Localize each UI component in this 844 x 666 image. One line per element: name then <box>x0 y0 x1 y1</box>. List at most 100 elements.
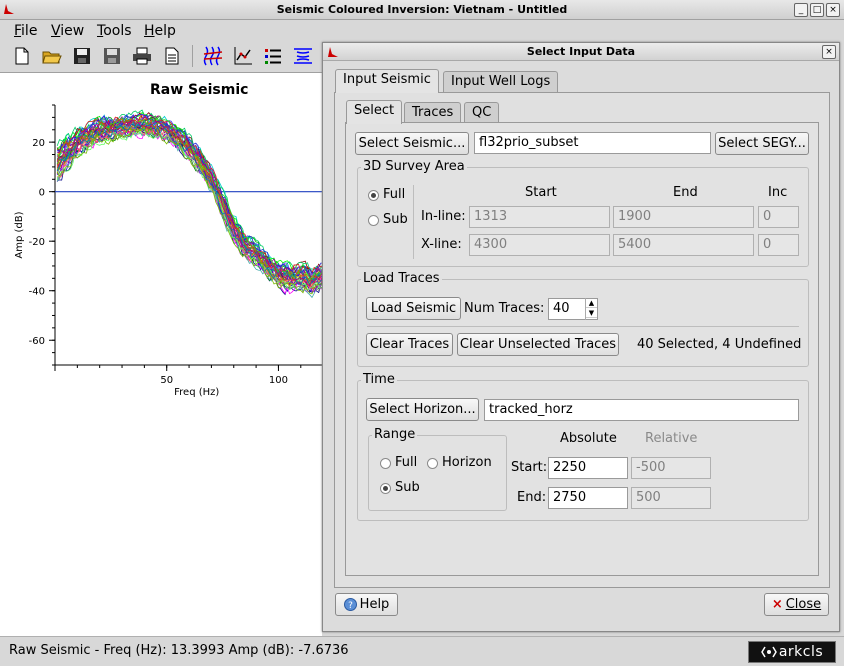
survey-sub-radio[interactable] <box>368 215 379 226</box>
y-tick-label: -40 <box>29 287 45 298</box>
print-icon <box>133 47 151 65</box>
menu-view-label: iew <box>60 23 85 39</box>
window-title: Seismic Coloured Inversion: Vietnam - Un… <box>276 3 568 16</box>
survey-sub-label: Sub <box>383 212 408 227</box>
wavelet-icon <box>294 48 312 64</box>
absolute-label: Absolute <box>560 431 617 446</box>
num-traces-value: 40 <box>553 301 570 316</box>
save-icon <box>74 48 90 64</box>
x-tick-label: 50 <box>160 375 173 386</box>
open-button[interactable] <box>40 44 64 68</box>
survey-full-label: Full <box>383 187 406 202</box>
menu-file-mnemonic: F <box>14 23 22 39</box>
toolbar-separator <box>192 45 193 67</box>
traces-summary: 40 Selected, 4 Undefined <box>637 337 802 352</box>
survey-full-radio[interactable] <box>368 190 379 201</box>
raw-seismic-chart[interactable]: 20 0 -20 -40 -60 50 100 Freq (Hz) Amp (dB) <box>0 73 322 637</box>
list-button[interactable] <box>261 44 285 68</box>
load-seismic-button[interactable]: Load Seismic <box>366 297 461 320</box>
seismic-traces-button[interactable] <box>201 44 225 68</box>
tab-input-seismic[interactable]: Input Seismic <box>335 69 439 93</box>
print-button[interactable] <box>130 44 154 68</box>
close-button[interactable]: × Close <box>764 593 829 616</box>
range-title: Range <box>372 427 418 442</box>
save-as-icon <box>104 48 120 64</box>
end-relative-field[interactable]: 500 <box>631 487 711 509</box>
col-end-label: End <box>673 185 698 200</box>
tab-qc[interactable]: QC <box>464 102 500 124</box>
num-traces-spinner[interactable]: ▲ ▼ <box>585 298 597 320</box>
select-horizon-button[interactable]: Select Horizon... <box>366 398 479 421</box>
menu-view[interactable]: View <box>51 23 84 39</box>
end-absolute-field[interactable]: 2750 <box>548 487 628 509</box>
y-tick-label: 20 <box>32 138 45 149</box>
save-button[interactable] <box>70 44 94 68</box>
survey-area-title: 3D Survey Area <box>361 159 467 174</box>
inline-label: In-line: <box>421 209 466 224</box>
minimize-button[interactable]: _ <box>794 3 808 17</box>
horizon-name-field[interactable]: tracked_horz <box>484 399 799 421</box>
spin-down-icon[interactable]: ▼ <box>586 308 597 318</box>
help-button[interactable]: ? Help <box>335 593 398 616</box>
status-bar: Raw Seismic - Freq (Hz): 13.3993 Amp (dB… <box>0 636 844 666</box>
start-absolute-field[interactable]: 2250 <box>548 457 628 479</box>
maximize-button[interactable]: □ <box>810 3 824 17</box>
menu-tools[interactable]: Tools <box>97 23 132 39</box>
help-icon: ? <box>343 598 357 611</box>
range-sub-radio[interactable] <box>380 483 391 494</box>
y-tick-label: -60 <box>29 336 45 347</box>
dialog-title: Select Input Data <box>526 45 636 58</box>
start-relative-field[interactable]: -500 <box>631 457 711 479</box>
clear-traces-button[interactable]: Clear Traces <box>366 333 453 356</box>
tab-select[interactable]: Select <box>346 100 403 124</box>
new-file-icon <box>15 47 29 65</box>
trace-line <box>56 116 322 277</box>
close-window-button[interactable]: × <box>826 3 840 17</box>
start-label: Start: <box>511 460 548 475</box>
plot-area[interactable]: Raw Seismic 20 0 -20 -40 -60 50 100 Freq (Hz) Am… <box>0 72 322 636</box>
main-title-bar: Seismic Coloured Inversion: Vietnam - Un… <box>0 0 844 20</box>
arkcls-logo-icon <box>760 646 777 658</box>
document-button[interactable] <box>160 44 184 68</box>
arkcls-logo-text: arkcls <box>778 644 824 660</box>
select-segy-button[interactable]: Select SEGY... <box>715 132 809 155</box>
xline-start-field[interactable]: 4300 <box>469 234 610 256</box>
xline-label: X-line: <box>421 237 462 252</box>
dialog-close-icon[interactable]: × <box>822 45 836 59</box>
help-label: Help <box>359 597 390 612</box>
relative-label: Relative <box>645 431 698 446</box>
new-file-button[interactable] <box>10 44 34 68</box>
chart-button[interactable] <box>231 44 255 68</box>
select-seismic-button[interactable]: Select Seismic... <box>355 132 469 155</box>
y-tick-label: -20 <box>29 237 45 248</box>
inline-start-field[interactable]: 1313 <box>469 206 610 228</box>
select-input-data-dialog: Select Input Data × Input Seismic Input … <box>322 42 840 632</box>
seismic-name-field[interactable]: fl32prio_subset <box>474 132 711 154</box>
menu-file[interactable]: File <box>14 23 37 39</box>
time-title: Time <box>361 372 397 387</box>
clear-unselected-traces-button[interactable]: Clear Unselected Traces <box>457 333 619 356</box>
close-x-icon: × <box>771 597 783 612</box>
wavelet-button[interactable] <box>291 44 315 68</box>
y-axis-label: Amp (dB) <box>14 211 25 258</box>
save-as-button[interactable] <box>100 44 124 68</box>
tab-input-well-logs[interactable]: Input Well Logs <box>443 71 559 93</box>
xline-inc-field[interactable]: 0 <box>758 234 799 256</box>
range-horizon-label: Horizon <box>442 455 492 470</box>
inline-end-field[interactable]: 1900 <box>613 206 754 228</box>
survey-divider <box>413 185 414 259</box>
spin-up-icon[interactable]: ▲ <box>586 298 597 308</box>
range-sub-label: Sub <box>395 480 420 495</box>
col-start-label: Start <box>525 185 557 200</box>
menu-help-mnemonic: H <box>144 23 155 39</box>
range-horizon-radio[interactable] <box>427 458 438 469</box>
num-traces-field[interactable]: 40 ▲ ▼ <box>548 298 598 320</box>
inline-inc-field[interactable]: 0 <box>758 206 799 228</box>
tab-traces[interactable]: Traces <box>404 102 462 124</box>
range-full-radio[interactable] <box>380 458 391 469</box>
load-traces-title: Load Traces <box>361 271 442 286</box>
load-divider <box>367 326 799 327</box>
menu-help[interactable]: Help <box>144 23 176 39</box>
xline-end-field[interactable]: 5400 <box>613 234 754 256</box>
y-tick-label: 0 <box>39 188 45 199</box>
